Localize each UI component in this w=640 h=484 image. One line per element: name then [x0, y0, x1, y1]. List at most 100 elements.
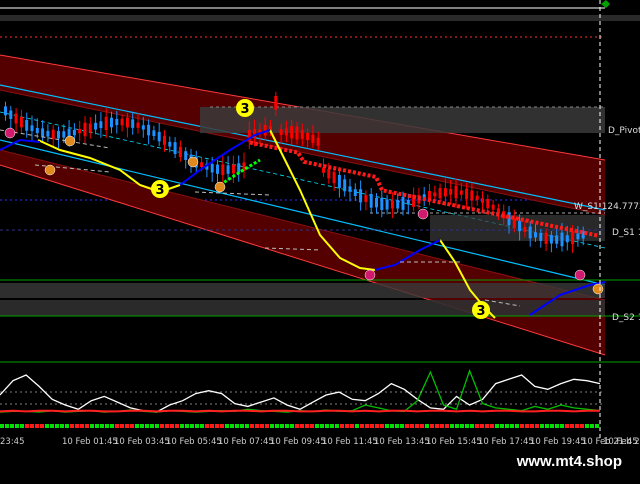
candle-body	[120, 118, 124, 126]
candle-body	[35, 127, 39, 134]
candle-body	[184, 151, 188, 160]
candle-body	[327, 169, 331, 179]
candle-body	[279, 129, 283, 136]
strip-cell	[110, 424, 114, 428]
strip-cell	[85, 424, 89, 428]
strip-cell	[10, 424, 14, 428]
strip-cell	[135, 424, 139, 428]
strip-cell	[380, 424, 384, 428]
candle-body	[136, 122, 140, 128]
candle-body	[555, 235, 559, 244]
strip-cell	[215, 424, 219, 428]
watermark: www.mt4.shop	[504, 447, 634, 476]
signal-dot	[364, 269, 376, 281]
candle-body	[459, 190, 463, 195]
candle-body	[173, 142, 177, 155]
strip-cell	[475, 424, 479, 428]
strip-cell	[305, 424, 309, 428]
candle-body	[62, 131, 66, 138]
strip-cell	[440, 424, 444, 428]
candle-body	[353, 189, 357, 196]
candle-body	[163, 135, 166, 145]
candle-body	[380, 197, 384, 210]
level-label: W_S1 124.7773	[574, 202, 640, 212]
candle-body	[396, 199, 400, 209]
candle-body	[178, 146, 182, 158]
candle-body	[565, 235, 569, 243]
strip-cell	[225, 424, 229, 428]
candle-body	[210, 164, 214, 173]
time-label: 10 Feb 11:45	[322, 437, 378, 447]
strip-cell	[420, 424, 424, 428]
strip-cell	[455, 424, 459, 428]
candle-body	[369, 194, 373, 208]
time-label: 10 Feb 01:45	[62, 437, 118, 447]
candle-body	[454, 185, 458, 199]
signal-badge-label: 3	[240, 102, 249, 117]
strip-cell	[580, 424, 584, 428]
strip-cell	[245, 424, 249, 428]
candle-body	[115, 118, 119, 126]
strip-cell	[105, 424, 109, 428]
strip-cell	[565, 424, 569, 428]
signal-dot	[44, 164, 56, 176]
signal-dot	[417, 208, 429, 220]
candle-body	[78, 128, 82, 134]
candle-body	[306, 132, 310, 141]
strip-cell	[575, 424, 579, 428]
strip-cell	[590, 424, 594, 428]
strip-cell	[465, 424, 469, 428]
strip-cell	[35, 424, 39, 428]
strip-cell	[195, 424, 199, 428]
strip-cell	[375, 424, 379, 428]
strip-cell	[190, 424, 194, 428]
candle-body	[147, 124, 151, 136]
strip-cell	[295, 424, 299, 428]
strip-cell	[480, 424, 484, 428]
candle-body	[364, 195, 368, 202]
level-label: D_S2 1	[612, 313, 640, 323]
strip-cell	[400, 424, 404, 428]
candle-body	[83, 122, 87, 137]
signal-dot	[187, 156, 199, 168]
candle-body	[226, 165, 230, 174]
time-label: 10 Feb 13:45	[374, 437, 430, 447]
candle-body	[406, 199, 410, 205]
oscillator-series	[0, 368, 601, 413]
strip-cell	[545, 424, 549, 428]
strip-cell	[445, 424, 449, 428]
strip-cell	[40, 424, 44, 428]
candle-body	[152, 130, 156, 137]
candle-body	[51, 129, 55, 140]
candle-body	[491, 204, 495, 210]
candle-body	[311, 134, 315, 144]
candle-body	[4, 106, 7, 116]
strip-cell	[550, 424, 554, 428]
strip-cell	[435, 424, 439, 428]
strip-cell	[355, 424, 359, 428]
strip-cell	[460, 424, 464, 428]
strip-cell	[495, 424, 499, 428]
candle-body	[337, 174, 341, 188]
candle-body	[14, 113, 18, 124]
candle-body	[295, 126, 299, 140]
strip-cell	[365, 424, 369, 428]
strip-cell	[120, 424, 124, 428]
candle-body	[94, 122, 98, 130]
time-label: 10 Feb 21	[603, 437, 640, 447]
strip-cell	[425, 424, 429, 428]
time-marker	[601, 0, 610, 8]
strip-cell	[180, 424, 184, 428]
candle-body	[216, 164, 219, 174]
candle-body	[110, 117, 113, 128]
candle-body	[539, 232, 543, 241]
strip-cell	[330, 424, 334, 428]
time-axis: 23:45 10 Feb 01:4510 Feb 03:4510 Feb 05:4…	[0, 437, 640, 447]
candle-body	[168, 141, 172, 147]
candle-body	[576, 233, 580, 240]
candle-body	[231, 164, 235, 174]
strip-cell	[0, 424, 4, 428]
strip-cell	[510, 424, 514, 428]
strip-cell	[60, 424, 64, 428]
candle-body	[41, 128, 45, 137]
